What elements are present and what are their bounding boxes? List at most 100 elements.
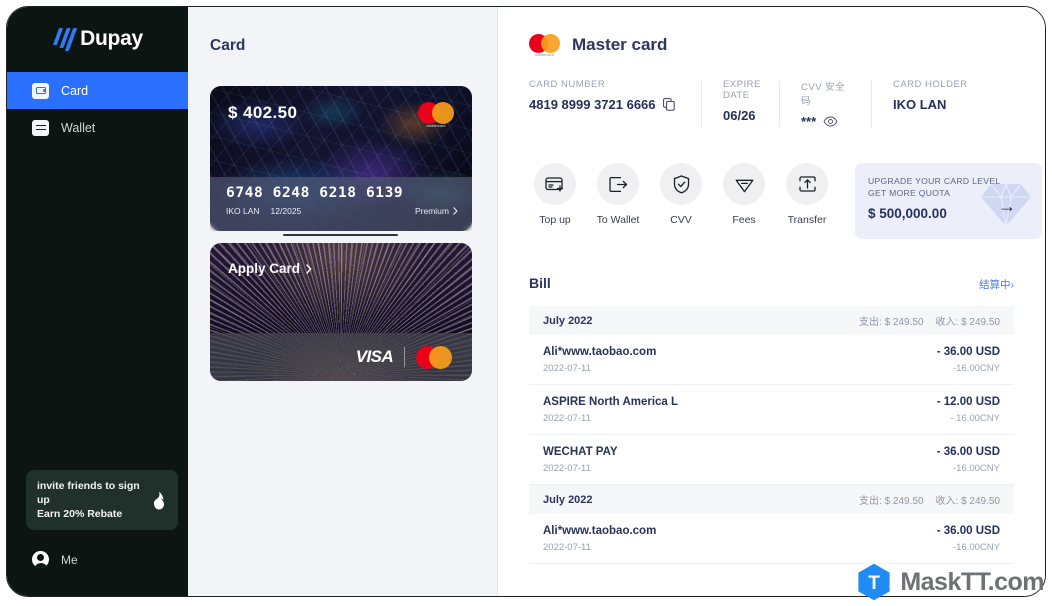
meta-card-number-value-wrap: 4819 8999 3721 6666 [529,97,685,112]
table-row[interactable]: Ali*www.taobao.com 2022-07-11 - 36.00 US… [529,514,1014,564]
sidebar-item-wallet-label: Wallet [61,121,95,135]
card-detail-panel: mastercard Master card CARD NUMBER 4819 … [498,7,1045,596]
bill-status-link[interactable]: 结算中› [979,277,1014,292]
meta-card-number-label: CARD NUMBER [529,79,685,90]
card-brands-strip: VISA [210,333,472,381]
card-number-masked: 6748 6248 6218 6139 [226,185,458,201]
meta-holder-label: CARD HOLDER [893,79,968,90]
card-icon [32,83,49,99]
tx-amount-cny: -16.00CNY [953,363,1000,374]
page-title: Card [188,7,497,55]
card-holder-name: IKO LAN [226,206,260,216]
meta-expire-date: EXPIRE DATE 06/26 [701,79,779,129]
tx-date: 2022-07-11 [543,413,678,424]
sidebar: Dupay Card Wallet invite friends to sign… [7,7,188,596]
swap-icon [32,120,49,136]
visa-logo-icon: VISA [356,347,393,367]
invite-line-2: Earn 20% Rebate [37,507,145,521]
flame-icon [151,491,167,510]
bill-title: Bill [529,275,551,291]
watermark: T MaskTT.com [857,563,1044,601]
sidebar-item-wallet[interactable]: Wallet [7,109,188,146]
sidebar-nav: Card Wallet [7,72,188,146]
tx-merchant: ASPIRE North America L [543,396,678,408]
meta-card-holder: CARD HOLDER IKO LAN [871,79,984,129]
card-balance: $ 402.50 [228,103,297,123]
sidebar-item-card[interactable]: Card [7,72,188,109]
watermark-text: MaskTT.com [900,568,1044,597]
cards-panel: Card $ 402.50 mastercard 6748 6248 6218 … [188,7,498,596]
bill-month-expense: 支出: $ 249.50 [859,492,923,507]
bill-month-income: 收入: $ 249.50 [936,492,1000,507]
brand-divider [404,347,405,367]
bill-month-income: 收入: $ 249.50 [936,313,1000,328]
action-cvv[interactable]: CVV [655,163,707,226]
card-meta-row: CARD NUMBER 4819 8999 3721 6666 EXPIRE D… [529,79,985,129]
tx-date: 2022-07-11 [543,463,618,474]
arrow-right-icon: → [998,197,1016,215]
invite-text: invite friends to sign up Earn 20% Rebat… [37,479,145,521]
tx-merchant: Ali*www.taobao.com [543,346,656,358]
tx-amount-cny: -16.00CNY [953,542,1000,553]
action-top-up-label: Top up [539,214,571,226]
action-cvv-label: CVV [670,214,692,226]
action-fees-label: Fees [732,214,755,226]
tx-amount-cny: - 16.00CNY [950,413,1000,424]
brand-logo: Dupay [7,7,188,71]
invite-line-1: invite friends to sign up [37,479,145,507]
mastercard-logo-icon: mastercard [529,34,560,56]
apply-card-label: Apply Card [228,261,300,276]
transfer-loop-icon [786,163,828,205]
mastercard-logo-icon: mastercard [418,102,454,128]
action-top-up[interactable]: Top up [529,163,581,226]
meta-cvv-value: *** [801,114,816,129]
upgrade-banner[interactable]: → UPGRADE YOUR CARD LEVEL GET MORE QUOTA… [855,163,1042,239]
meta-cvv-label: CVV 安全码 [801,79,855,107]
action-fees[interactable]: Fees [718,163,770,226]
detail-title: Master card [572,35,667,55]
tx-merchant: WECHAT PAY [543,446,618,458]
card-actions: Top up To Wallet [529,163,833,226]
detail-header: mastercard Master card [498,7,1045,56]
action-to-wallet-label: To Wallet [597,214,640,226]
meta-expire-value: 06/26 [723,108,763,123]
table-row[interactable]: ASPIRE North America L 2022-07-11 - 12.0… [529,385,1014,435]
card-tier-label: Premium [415,206,449,216]
bill-header: Bill 结算中› [529,275,1014,292]
tx-date: 2022-07-11 [543,542,656,553]
eye-icon[interactable] [823,116,838,127]
card-expiry: 12/2025 [271,206,302,216]
meta-cvv: CVV 安全码 *** [779,79,871,129]
bill-month-expense: 支出: $ 249.50 [859,313,923,328]
meta-card-number-value: 4819 8999 3721 6666 [529,97,656,112]
bill-month-row: July 2022 支出: $ 249.50 收入: $ 249.50 [529,306,1014,335]
slashes-logo-icon [56,28,73,51]
diamond-minus-icon [723,163,765,205]
bill-month-label: July 2022 [543,315,593,327]
copy-icon[interactable] [663,98,675,111]
sidebar-item-card-label: Card [61,84,88,98]
card-tile-primary[interactable]: $ 402.50 mastercard 6748 6248 6218 6139 … [210,86,472,231]
table-row[interactable]: Ali*www.taobao.com 2022-07-11 - 36.00 US… [529,335,1014,385]
svg-text:T: T [869,573,881,594]
card-tier-link[interactable]: Premium [415,206,458,216]
card-info-strip: 6748 6248 6218 6139 IKO LAN 12/2025 Prem… [210,177,472,231]
tx-amount-usd: - 36.00 USD [937,525,1000,537]
bill-list: July 2022 支出: $ 249.50 收入: $ 249.50 Ali*… [529,306,1014,564]
me-label: Me [61,553,78,567]
brand-name: Dupay [80,27,143,51]
sidebar-item-me[interactable]: Me [32,551,78,568]
meta-expire-label: EXPIRE DATE [723,79,763,101]
action-transfer[interactable]: Transfer [781,163,833,226]
box-arrow-right-icon [597,163,639,205]
table-row[interactable]: WECHAT PAY 2022-07-11 - 36.00 USD -16.00… [529,435,1014,485]
app-window: Dupay Card Wallet invite friends to sign… [6,6,1046,597]
tx-amount-cny: -16.00CNY [953,463,1000,474]
apply-card-link[interactable]: Apply Card [228,261,312,276]
tx-date: 2022-07-11 [543,363,656,374]
bill-month-label: July 2022 [543,494,593,506]
card-tile-apply[interactable]: Apply Card VISA [210,243,472,381]
invite-banner[interactable]: invite friends to sign up Earn 20% Rebat… [26,470,178,530]
action-to-wallet[interactable]: To Wallet [592,163,644,226]
tx-amount-usd: - 12.00 USD [937,396,1000,408]
